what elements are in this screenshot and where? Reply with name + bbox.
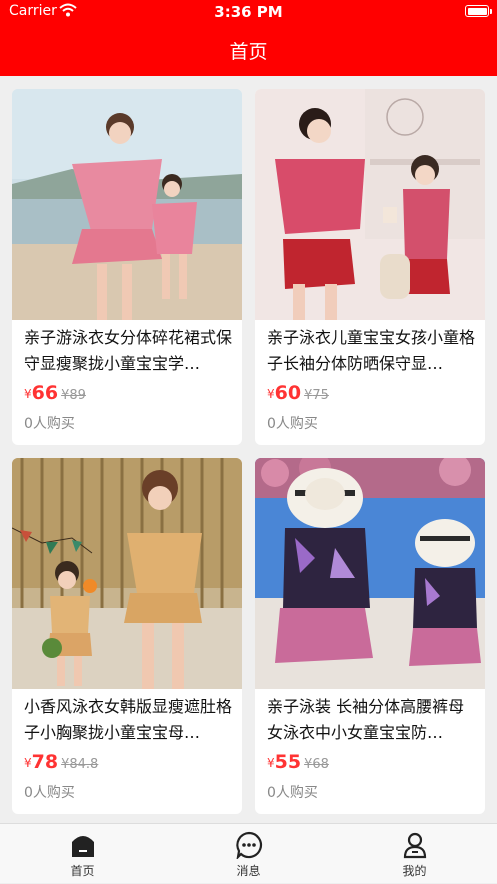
original-price: ¥68 bbox=[304, 757, 329, 772]
tab-label: 消息 bbox=[236, 864, 261, 878]
product-price: 55 bbox=[274, 751, 302, 773]
tab-profile[interactable]: 我的 bbox=[332, 824, 497, 884]
product-title: 亲子泳衣儿童宝宝女孩小童格子长袖分体防晒保守显… bbox=[267, 328, 475, 373]
currency-symbol: ¥ bbox=[24, 387, 32, 401]
product-title: 小香风泳衣女韩版显瘦遮肚格子小胸聚拢小童宝宝母… bbox=[24, 697, 232, 742]
sold-count: 0人购买 bbox=[267, 416, 318, 432]
original-price-value: 84.8 bbox=[69, 757, 99, 772]
tab-home[interactable]: 首页 bbox=[0, 824, 165, 884]
original-price-value: 68 bbox=[312, 757, 329, 772]
original-price: ¥75 bbox=[304, 388, 329, 403]
original-price-value: 89 bbox=[69, 388, 86, 403]
product-image bbox=[255, 89, 485, 320]
tab-label: 首页 bbox=[70, 864, 95, 878]
price-row: ¥55 ¥68 bbox=[267, 751, 329, 775]
original-price: ¥84.8 bbox=[61, 757, 98, 772]
page-title: 首页 bbox=[229, 41, 268, 63]
price-row: ¥66 ¥89 bbox=[24, 382, 86, 406]
product-image bbox=[255, 458, 485, 689]
currency-symbol: ¥ bbox=[267, 756, 275, 770]
product-image bbox=[12, 89, 242, 320]
sold-count: 0人购买 bbox=[24, 785, 75, 801]
product-card[interactable]: 亲子泳装 长袖分体高腰裤母女泳衣中小女童宝宝防… ¥55 ¥68 0人购买 bbox=[255, 458, 485, 814]
tab-messages[interactable]: 消息 bbox=[166, 824, 331, 884]
original-price: ¥89 bbox=[61, 388, 86, 403]
message-icon bbox=[236, 831, 263, 859]
sold-count: 0人购买 bbox=[267, 785, 318, 801]
product-price: 60 bbox=[274, 382, 302, 404]
battery-icon bbox=[465, 5, 489, 17]
price-row: ¥60 ¥75 bbox=[267, 382, 329, 406]
tab-bar: 首页 消息 我的 bbox=[0, 823, 497, 883]
product-image bbox=[12, 458, 242, 689]
profile-icon bbox=[403, 832, 427, 859]
product-card[interactable]: 亲子游泳衣女分体碎花裙式保守显瘦聚拢小童宝宝学… ¥66 ¥89 0人购买 bbox=[12, 89, 242, 445]
nav-bar: 首页 bbox=[0, 26, 497, 76]
sold-count: 0人购买 bbox=[24, 416, 75, 432]
product-title: 亲子游泳衣女分体碎花裙式保守显瘦聚拢小童宝宝学… bbox=[24, 328, 232, 373]
product-card[interactable]: 小香风泳衣女韩版显瘦遮肚格子小胸聚拢小童宝宝母… ¥78 ¥84.8 0人购买 bbox=[12, 458, 242, 814]
product-title: 亲子泳装 长袖分体高腰裤母女泳衣中小女童宝宝防… bbox=[267, 697, 465, 742]
currency-symbol: ¥ bbox=[267, 387, 275, 401]
tab-label: 我的 bbox=[402, 864, 427, 878]
home-icon bbox=[72, 836, 94, 857]
battery-tip bbox=[490, 9, 492, 14]
product-card[interactable]: 亲子泳衣儿童宝宝女孩小童格子长袖分体防晒保守显… ¥60 ¥75 0人购买 bbox=[255, 89, 485, 445]
price-row: ¥78 ¥84.8 bbox=[24, 751, 98, 775]
original-price-value: 75 bbox=[312, 388, 329, 403]
currency-symbol: ¥ bbox=[24, 756, 32, 770]
product-price: 78 bbox=[31, 751, 59, 773]
status-bar: Carrier 3:36 PM bbox=[0, 0, 497, 26]
product-price: 66 bbox=[31, 382, 59, 404]
clock: 3:36 PM bbox=[214, 3, 283, 21]
